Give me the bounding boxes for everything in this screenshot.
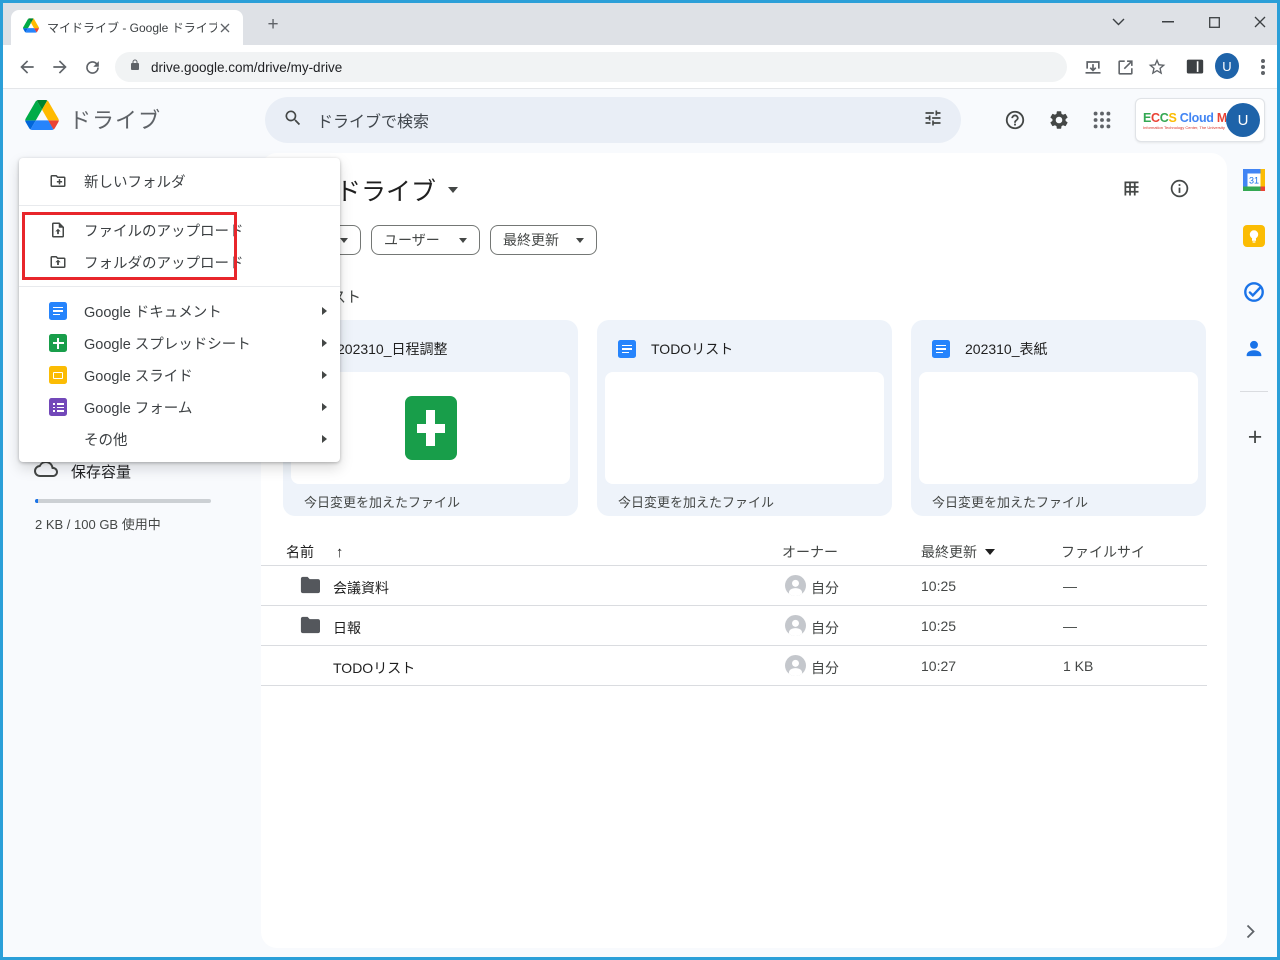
sheets-logo-large-icon bbox=[404, 396, 457, 460]
forward-button[interactable] bbox=[47, 54, 73, 80]
storage-progress-bar bbox=[35, 499, 211, 503]
browser-tab[interactable]: マイドライブ - Google ドライブ bbox=[11, 10, 243, 45]
submenu-chevron-icon bbox=[322, 435, 327, 443]
window-maximize-button[interactable] bbox=[1197, 7, 1231, 37]
new-folder-icon bbox=[49, 172, 67, 190]
submenu-chevron-icon bbox=[322, 403, 327, 411]
owner-avatar-icon bbox=[785, 575, 806, 596]
submenu-chevron-icon bbox=[322, 339, 327, 347]
calendar-app-icon[interactable]: 31 bbox=[1243, 169, 1265, 191]
file-preview bbox=[919, 372, 1198, 484]
column-header-name[interactable]: 名前 ↑ bbox=[286, 542, 343, 562]
drive-logo-icon[interactable] bbox=[25, 100, 59, 135]
bookmark-star-icon[interactable] bbox=[1145, 55, 1169, 79]
chip-caret-icon bbox=[459, 237, 467, 243]
browser-menu-kebab-icon[interactable] bbox=[1251, 55, 1275, 79]
url-bar[interactable]: drive.google.com/drive/my-drive bbox=[115, 52, 1067, 82]
share-icon[interactable] bbox=[1113, 55, 1137, 79]
slides-product-icon bbox=[49, 366, 67, 384]
tab-strip: マイドライブ - Google ドライブ + bbox=[3, 3, 1277, 45]
filter-chip-people[interactable]: ユーザー bbox=[371, 225, 480, 255]
apps-grid-icon[interactable] bbox=[1089, 107, 1115, 133]
chip-caret-icon bbox=[576, 237, 584, 243]
menu-item-google-docs[interactable]: Google ドキュメント bbox=[19, 295, 340, 327]
column-header-owner: オーナー bbox=[782, 544, 838, 560]
docs-product-icon bbox=[49, 302, 67, 320]
menu-item-new-folder[interactable]: 新しいフォルダ bbox=[19, 165, 340, 197]
owner-avatar-icon bbox=[785, 615, 806, 636]
svg-text:31: 31 bbox=[1249, 176, 1259, 186]
docs-file-icon bbox=[932, 340, 950, 358]
table-row[interactable]: TODOリスト 自分 10:27 1 KB bbox=[261, 646, 1207, 686]
reload-button[interactable] bbox=[79, 54, 105, 80]
menu-item-more[interactable]: その他 bbox=[19, 423, 340, 455]
expand-side-panel-chevron-icon[interactable] bbox=[1246, 924, 1255, 944]
browser-profile-avatar[interactable]: U bbox=[1215, 53, 1239, 79]
menu-item-google-slides[interactable]: Google スライド bbox=[19, 359, 340, 391]
window-close-button[interactable] bbox=[1243, 7, 1277, 37]
tab-title: マイドライブ - Google ドライブ bbox=[47, 21, 217, 35]
docs-file-icon bbox=[618, 340, 636, 358]
submenu-chevron-icon bbox=[322, 307, 327, 315]
rail-divider bbox=[1240, 391, 1268, 392]
contacts-app-icon[interactable] bbox=[1243, 337, 1265, 359]
folder-icon bbox=[299, 616, 320, 639]
keep-app-icon[interactable] bbox=[1243, 225, 1265, 247]
title-caret-icon bbox=[448, 187, 459, 193]
suggested-file-card[interactable]: 202310_表紙 今日変更を加えたファイル bbox=[911, 320, 1206, 516]
grid-view-toggle-icon[interactable] bbox=[1121, 178, 1142, 204]
menu-divider bbox=[19, 205, 340, 206]
search-placeholder: ドライブで検索 bbox=[317, 114, 430, 131]
owner-avatar-icon bbox=[785, 655, 806, 676]
new-tab-button[interactable]: + bbox=[261, 13, 285, 37]
cloud-icon bbox=[33, 459, 59, 484]
side-panel-icon[interactable] bbox=[1183, 55, 1207, 79]
annotation-highlight-box bbox=[22, 212, 237, 280]
submenu-chevron-icon bbox=[322, 371, 327, 379]
back-button[interactable] bbox=[14, 54, 40, 80]
eccs-logo-text: ECCS Cloud Mail bbox=[1143, 110, 1226, 125]
account-badge[interactable]: ECCS Cloud Mail Information Technology C… bbox=[1135, 98, 1265, 142]
suggested-file-card[interactable]: TODOリスト 今日変更を加えたファイル bbox=[597, 320, 892, 516]
tab-close-icon[interactable] bbox=[217, 20, 233, 36]
new-menu-popup: 新しいフォルダ ファイルのアップロード フォルダのアップロード Google ド… bbox=[19, 158, 340, 462]
details-info-icon[interactable] bbox=[1169, 178, 1190, 204]
tab-search-chevron-icon[interactable] bbox=[1101, 7, 1135, 37]
column-header-size: ファイルサイ bbox=[1061, 544, 1145, 560]
folder-icon bbox=[299, 576, 320, 599]
settings-gear-icon[interactable] bbox=[1046, 107, 1072, 133]
help-icon[interactable] bbox=[1002, 107, 1028, 133]
column-header-modified[interactable]: 最終更新 bbox=[921, 542, 995, 562]
table-row[interactable]: 会議資料 自分 10:25 — bbox=[261, 566, 1207, 606]
file-preview bbox=[605, 372, 884, 484]
browser-window: マイドライブ - Google ドライブ + drive.google.com/… bbox=[0, 0, 1280, 960]
search-icon bbox=[283, 108, 303, 133]
menu-divider bbox=[19, 286, 340, 287]
chip-caret-icon bbox=[340, 237, 348, 243]
storage-link[interactable]: 保存容量 bbox=[33, 459, 131, 484]
window-minimize-button[interactable] bbox=[1151, 7, 1185, 37]
drive-favicon-icon bbox=[23, 17, 39, 38]
sort-ascending-icon: ↑ bbox=[335, 544, 344, 561]
install-icon[interactable] bbox=[1081, 55, 1105, 79]
lock-icon bbox=[129, 58, 141, 77]
search-bar[interactable]: ドライブで検索 bbox=[265, 97, 961, 143]
eccs-logo-subtext: Information Technology Center, The Unive… bbox=[1143, 124, 1226, 130]
url-text: drive.google.com/drive/my-drive bbox=[151, 59, 343, 75]
add-panel-app-icon[interactable]: + bbox=[1242, 423, 1268, 451]
storage-progress-fill bbox=[35, 499, 38, 503]
menu-item-google-sheets[interactable]: Google スプレッドシート bbox=[19, 327, 340, 359]
table-row[interactable]: 日報 自分 10:25 — bbox=[261, 606, 1207, 646]
browser-toolbar: drive.google.com/drive/my-drive U bbox=[3, 45, 1277, 89]
search-options-tune-icon[interactable] bbox=[923, 108, 943, 133]
tasks-app-icon[interactable] bbox=[1243, 281, 1265, 303]
menu-item-google-forms[interactable]: Google フォーム bbox=[19, 391, 340, 423]
drive-wordmark: ドライブ bbox=[69, 108, 162, 133]
forms-product-icon bbox=[49, 398, 67, 416]
storage-usage-text: 2 KB / 100 GB 使用中 bbox=[35, 517, 161, 532]
sheets-product-icon bbox=[49, 334, 67, 352]
drive-profile-avatar[interactable]: U bbox=[1226, 103, 1260, 137]
filter-chip-modified[interactable]: 最終更新 bbox=[490, 225, 597, 255]
sort-descending-icon bbox=[985, 549, 995, 555]
